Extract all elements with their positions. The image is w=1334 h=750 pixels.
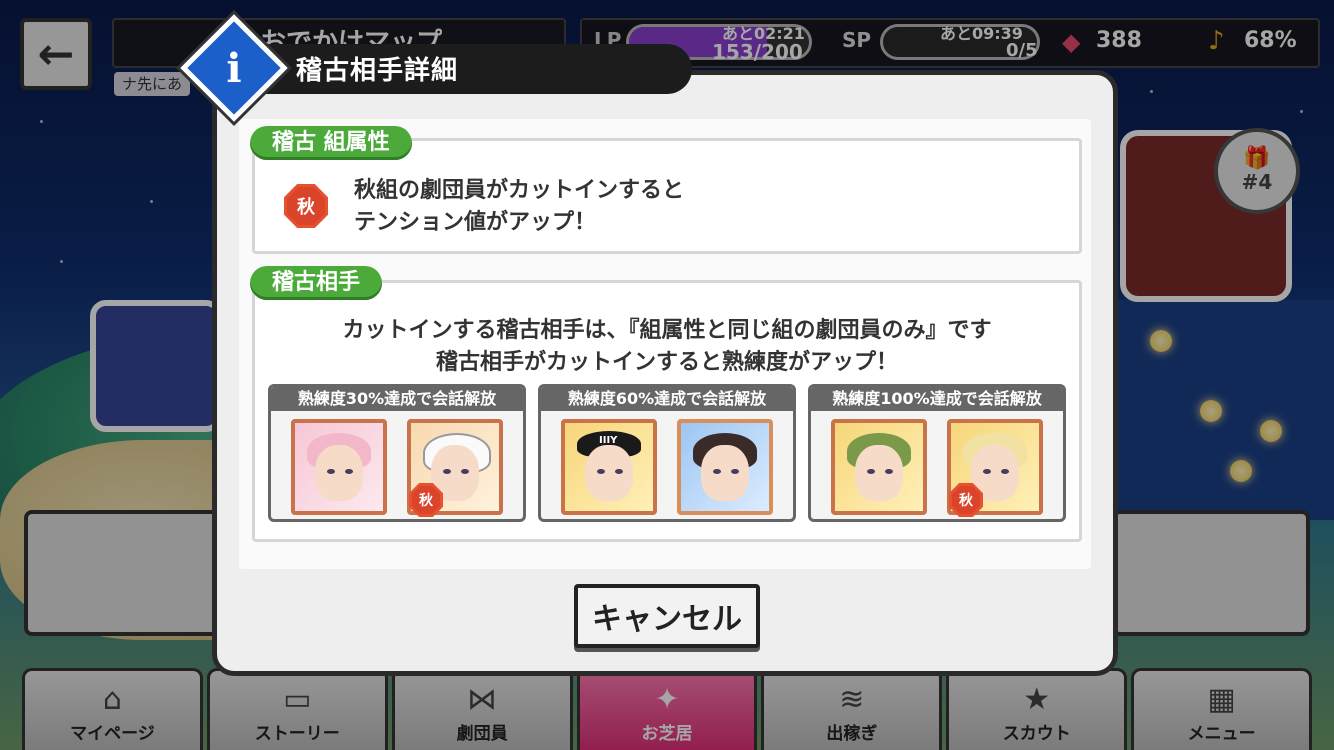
portrait-eye [731,469,739,474]
portrait-face [585,445,633,501]
attribute-tab: 稽古 組属性 [250,126,412,160]
portrait-eye [443,469,451,474]
portrait-face [855,445,903,501]
portrait-face [315,445,363,501]
stage-100-box: 熟練度100%達成で会話解放 秋 [808,384,1066,522]
autumn-badge-label: 秋 [959,493,973,509]
portrait-eye [983,469,991,474]
portrait-eye [1001,469,1009,474]
info-icon: i [226,44,242,92]
portrait-eye [713,469,721,474]
dialog-title: 稽古相手詳細 [296,56,459,86]
portrait-eye [597,469,605,474]
cancel-button-label: キャンセル [592,602,742,637]
partner-desc-line2: 稽古相手がカットインすると熟練度がアップ！ [435,350,898,375]
partner-tab: 稽古相手 [250,266,383,300]
partner-portrait-darkhair[interactable] [677,419,773,515]
attribute-desc-line2: テンション値がアップ！ [354,210,597,235]
portrait-face [701,445,749,501]
portrait-eye [345,469,353,474]
attribute-desc-line1: 秋組の劇団員がカットインすると [354,178,685,203]
partner-portrait-cap[interactable]: IIIY [561,419,657,515]
stage-60-header: 熟練度60%達成で会話解放 [541,387,793,411]
partner-portrait-pink[interactable] [291,419,387,515]
stage-60-box: 熟練度60%達成で会話解放 IIIY [538,384,796,522]
portrait-eye [327,469,335,474]
autumn-badge-label: 秋 [297,197,315,218]
partner-portrait-green[interactable] [831,419,927,515]
stage-30-header: 熟練度30%達成で会話解放 [271,387,523,411]
portrait-eye [615,469,623,474]
portrait-eye [867,469,875,474]
stage-30-box: 熟練度30%達成で会話解放 秋 [268,384,526,522]
cancel-button[interactable]: キャンセル [574,584,760,648]
autumn-group-badge: 秋 [284,184,328,228]
partner-desc-line1: カットインする稽古相手は、『組属性と同じ組の劇団員のみ』です [342,318,992,343]
autumn-badge-label: 秋 [419,493,433,509]
autumn-mini-badge: 秋 [409,483,443,517]
portrait-eye [461,469,469,474]
portrait-eye [885,469,893,474]
stage-100-header: 熟練度100%達成で会話解放 [811,387,1063,411]
